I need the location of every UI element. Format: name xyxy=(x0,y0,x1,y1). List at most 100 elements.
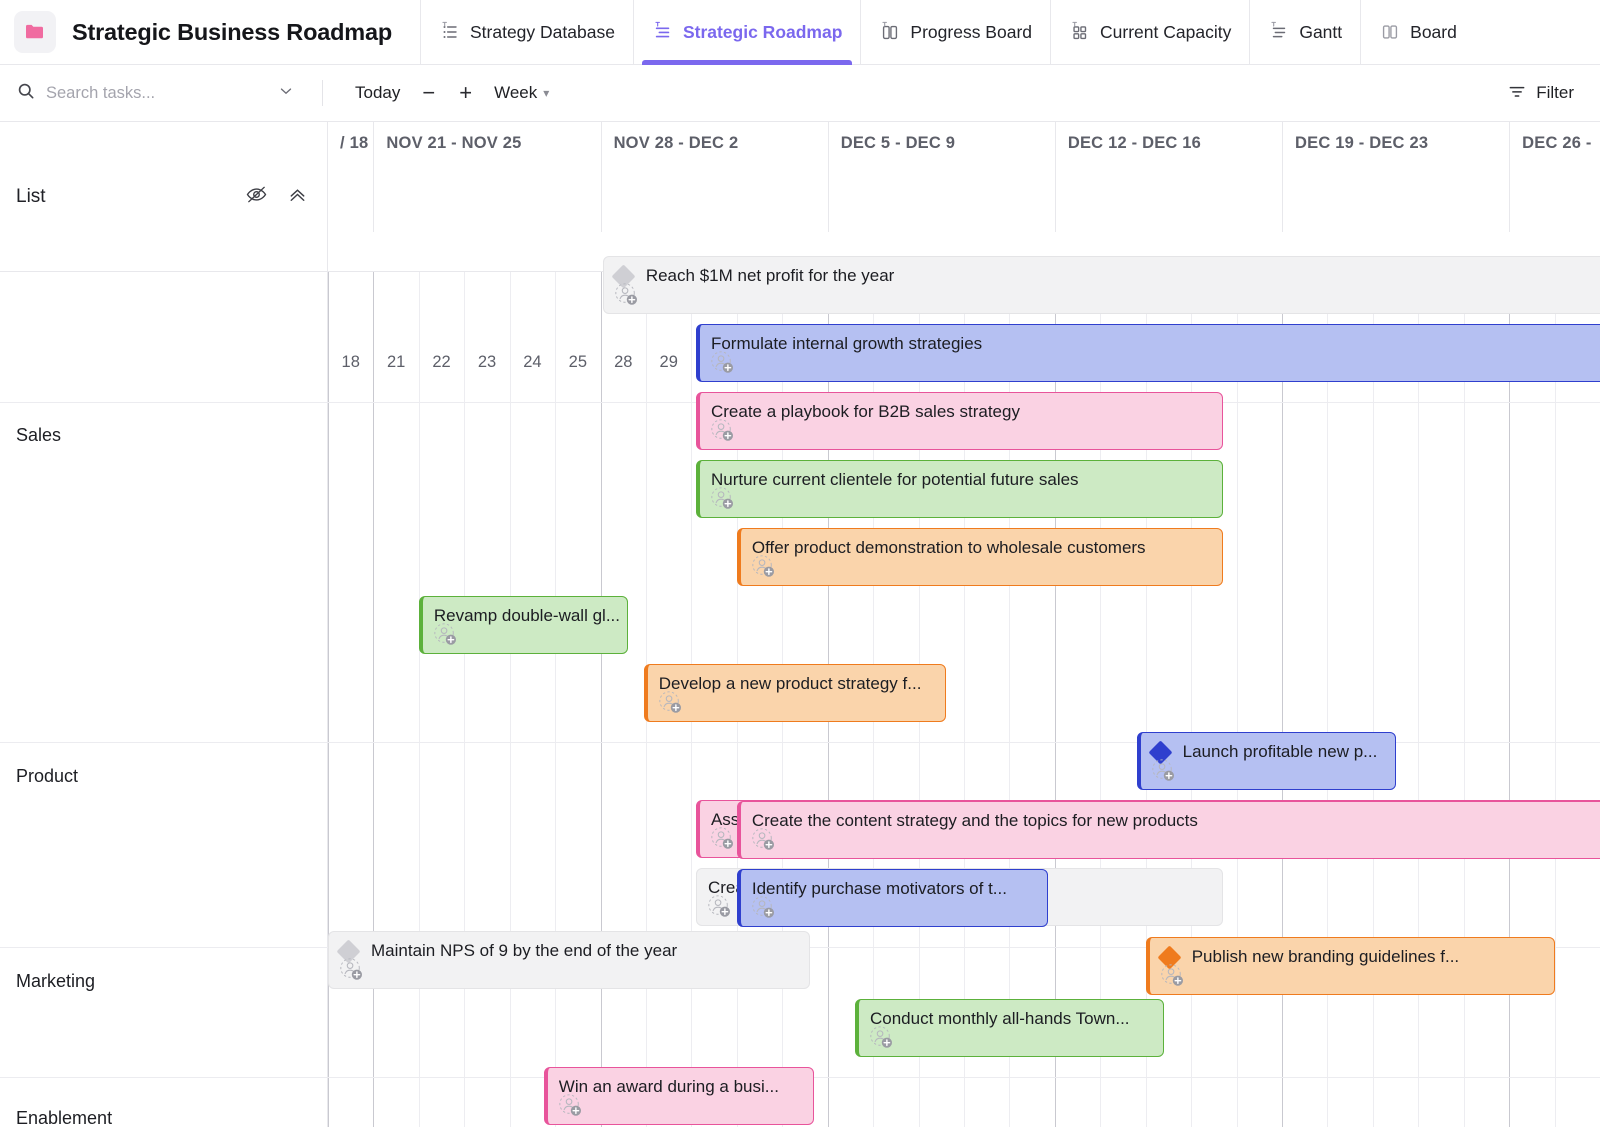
add-assignee-icon[interactable] xyxy=(751,827,776,852)
group-label-product[interactable]: Product xyxy=(16,766,78,787)
task-bar[interactable]: Conduct monthly all-hands Town... xyxy=(855,999,1164,1057)
chevrons-up-icon[interactable] xyxy=(286,183,309,211)
workload-view-icon xyxy=(1069,21,1091,43)
folder-icon[interactable] xyxy=(14,11,56,53)
task-bar[interactable]: Create the content strategy and the topi… xyxy=(737,801,1600,859)
timeline-view-icon xyxy=(652,21,674,43)
group-label-marketing[interactable]: Marketing xyxy=(16,971,95,992)
week-header-cell: / 18 xyxy=(328,122,373,232)
caret-down-icon: ▾ xyxy=(543,86,549,100)
task-list-panel: List Sales Product Marketing Enablement xyxy=(0,122,328,1127)
task-bar-title: Maintain NPS of 9 by the end of the year xyxy=(371,940,801,962)
tab-label: Current Capacity xyxy=(1100,22,1231,43)
group-label-enablement[interactable]: Enablement xyxy=(16,1108,112,1127)
filter-button[interactable]: Filter xyxy=(1499,76,1582,111)
grid-line xyxy=(328,272,329,1127)
add-assignee-icon[interactable] xyxy=(707,894,732,919)
timeline-panel[interactable]: / 18NOV 21 - NOV 25NOV 28 - DEC 2DEC 5 -… xyxy=(328,122,1600,1127)
task-bar[interactable]: Launch profitable new p... xyxy=(1137,732,1396,790)
add-assignee-icon[interactable] xyxy=(751,554,776,579)
add-assignee-icon[interactable] xyxy=(1151,758,1176,783)
task-bar-title: Offer product demonstration to wholesale… xyxy=(752,537,1214,559)
add-assignee-icon[interactable] xyxy=(710,826,735,851)
zoom-out-button[interactable]: − xyxy=(410,80,447,106)
grid-line xyxy=(1327,272,1328,1127)
tab-progress-board[interactable]: Progress Board xyxy=(860,0,1050,65)
task-bar[interactable]: Offer product demonstration to wholesale… xyxy=(737,528,1223,586)
task-bar[interactable]: Identify purchase motivators of t... xyxy=(737,869,1048,927)
board-view-icon xyxy=(879,21,901,43)
add-assignee-icon[interactable] xyxy=(751,895,776,920)
grid-line xyxy=(419,272,420,1127)
day-header-cell: 21 xyxy=(373,342,418,382)
task-bar[interactable]: Formulate internal growth strategies xyxy=(696,324,1600,382)
add-assignee-icon[interactable] xyxy=(869,1025,894,1050)
eye-off-icon[interactable] xyxy=(245,183,268,211)
grid-line xyxy=(1418,272,1419,1127)
task-bar[interactable]: Nurture current clientele for potential … xyxy=(696,460,1223,518)
list-view-icon xyxy=(439,21,461,43)
chevron-down-icon[interactable] xyxy=(271,80,301,107)
task-bar[interactable]: Publish new branding guidelines f... xyxy=(1146,937,1555,995)
task-bar[interactable]: Create a playbook for B2B sales strategy xyxy=(696,392,1223,450)
add-assignee-icon[interactable] xyxy=(1160,963,1185,988)
task-bar-title: Conduct monthly all-hands Town... xyxy=(870,1008,1155,1030)
group-label-sales[interactable]: Sales xyxy=(16,425,61,446)
week-header-cell: DEC 12 - DEC 16 xyxy=(1055,122,1282,232)
grid-line xyxy=(1509,272,1510,1127)
grid-line xyxy=(464,272,465,1127)
group-separator xyxy=(0,1077,328,1078)
week-header-cell: DEC 19 - DEC 23 xyxy=(1282,122,1509,232)
tab-label: Progress Board xyxy=(910,22,1032,43)
day-header-cell: 25 xyxy=(555,342,600,382)
task-bar-title: Develop a new product strategy f... xyxy=(659,673,937,695)
week-header-cell: NOV 21 - NOV 25 xyxy=(373,122,600,232)
add-assignee-icon[interactable] xyxy=(339,957,364,982)
add-assignee-icon[interactable] xyxy=(433,622,458,647)
today-button[interactable]: Today xyxy=(345,78,410,108)
task-bar-title: Launch profitable new p... xyxy=(1183,741,1387,763)
add-assignee-icon[interactable] xyxy=(658,690,683,715)
scale-select[interactable]: Week ▾ xyxy=(484,78,559,108)
grid-line xyxy=(373,272,374,1127)
task-bar[interactable]: Reach $1M net profit for the year xyxy=(603,256,1600,314)
add-assignee-icon[interactable] xyxy=(710,350,735,375)
task-bar[interactable]: Maintain NPS of 9 by the end of the year xyxy=(328,931,810,989)
task-bar[interactable]: Revamp double-wall gl... xyxy=(419,596,628,654)
board-view-icon xyxy=(1379,21,1401,43)
task-bar[interactable]: Win an award during a busi... xyxy=(544,1067,814,1125)
add-assignee-icon[interactable] xyxy=(710,418,735,443)
list-panel-header: List xyxy=(0,122,327,272)
search-input[interactable] xyxy=(46,84,261,103)
week-header-row: / 18NOV 21 - NOV 25NOV 28 - DEC 2DEC 5 -… xyxy=(328,122,1600,232)
day-header-cell: 24 xyxy=(510,342,555,382)
add-assignee-icon[interactable] xyxy=(558,1093,583,1118)
task-bar-title: Formulate internal growth strategies xyxy=(711,333,1600,355)
grid-line xyxy=(1555,272,1556,1127)
grid-line xyxy=(601,272,602,1127)
group-separator xyxy=(328,1077,1600,1078)
tab-label: Gantt xyxy=(1299,22,1342,43)
grid-line xyxy=(1237,272,1238,1127)
tab-gantt[interactable]: Gantt xyxy=(1249,0,1360,65)
filter-icon xyxy=(1507,81,1527,106)
task-bar-title: Nurture current clientele for potential … xyxy=(711,469,1214,491)
add-assignee-icon[interactable] xyxy=(710,486,735,511)
gantt-view-icon xyxy=(1268,21,1290,43)
tab-current-capacity[interactable]: Current Capacity xyxy=(1050,0,1249,65)
add-assignee-icon[interactable] xyxy=(614,282,639,307)
grid-line xyxy=(555,272,556,1127)
list-panel-title: List xyxy=(16,186,46,208)
task-bar-title: Create the content strategy and the topi… xyxy=(752,810,1600,832)
zoom-in-button[interactable]: + xyxy=(447,80,484,106)
filter-label: Filter xyxy=(1536,83,1574,103)
task-bar[interactable]: Develop a new product strategy f... xyxy=(644,664,946,722)
grid-line xyxy=(1373,272,1374,1127)
tab-label: Board xyxy=(1410,22,1457,43)
tab-board[interactable]: Board xyxy=(1360,0,1475,65)
tab-strategic-roadmap[interactable]: Strategic Roadmap xyxy=(633,0,860,65)
tab-strategy-database[interactable]: Strategy Database xyxy=(420,0,633,65)
group-separator xyxy=(0,742,328,743)
search-box[interactable] xyxy=(16,80,316,107)
week-header-cell: DEC 5 - DEC 9 xyxy=(828,122,1055,232)
